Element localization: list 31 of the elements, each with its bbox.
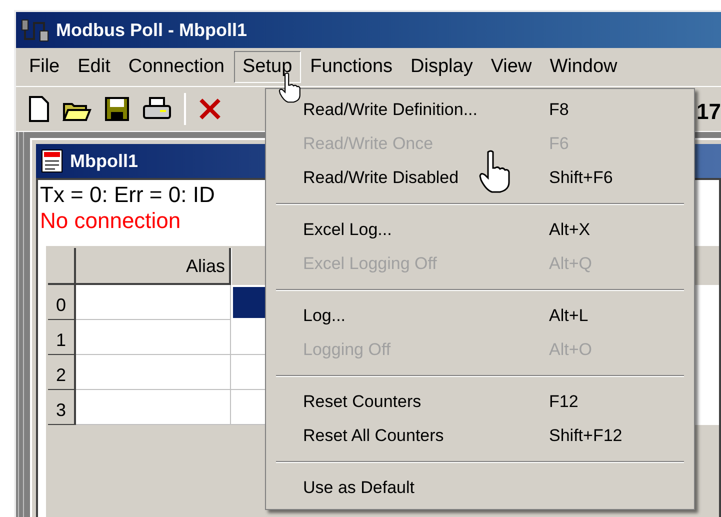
menu-item[interactable]: Display (402, 51, 482, 83)
row-header[interactable]: 3 (48, 390, 76, 425)
row-header[interactable]: 2 (48, 355, 76, 390)
menu-item[interactable]: Connection (119, 51, 234, 83)
menu-item[interactable]: Setup (234, 51, 302, 83)
child-window-title: Mbpoll1 (70, 150, 138, 173)
toolbar-text: 17 (696, 98, 721, 126)
delete-icon[interactable] (198, 97, 222, 121)
menu-item[interactable]: View (482, 51, 541, 83)
row-header[interactable]: 0 (48, 285, 76, 320)
menu-item[interactable]: Window (540, 51, 626, 83)
menu-option[interactable]: Read/Write Definition... F8 (266, 93, 694, 127)
menu-item[interactable]: File (20, 51, 69, 83)
status-text: Tx = 0: Err = 0: ID (40, 182, 215, 208)
save-icon[interactable] (104, 96, 130, 122)
menu-option[interactable]: Use as Default (266, 471, 694, 505)
error-text: No connection (40, 208, 181, 234)
window-title: Modbus Poll - Mbpoll1 (56, 18, 247, 42)
menu-option[interactable]: Log... Alt+L (266, 299, 694, 333)
menu-option[interactable]: Excel Log... Alt+X (266, 213, 694, 247)
menu-option[interactable]: Reset All Counters Shift+F12 (266, 419, 694, 453)
menu-option[interactable]: Reset Counters F12 (266, 385, 694, 419)
table-cell[interactable] (76, 390, 231, 425)
menu-item[interactable]: Functions (301, 51, 402, 83)
row-header[interactable]: 1 (48, 320, 76, 355)
new-document-icon[interactable] (28, 95, 50, 123)
hand-cursor-icon (478, 150, 512, 194)
menu-item[interactable]: Edit (68, 51, 120, 83)
menu-option[interactable]: Read/Write Disabled Shift+F6 (266, 161, 694, 195)
column-header[interactable]: Alias (76, 248, 231, 285)
printer-icon[interactable] (142, 96, 172, 122)
